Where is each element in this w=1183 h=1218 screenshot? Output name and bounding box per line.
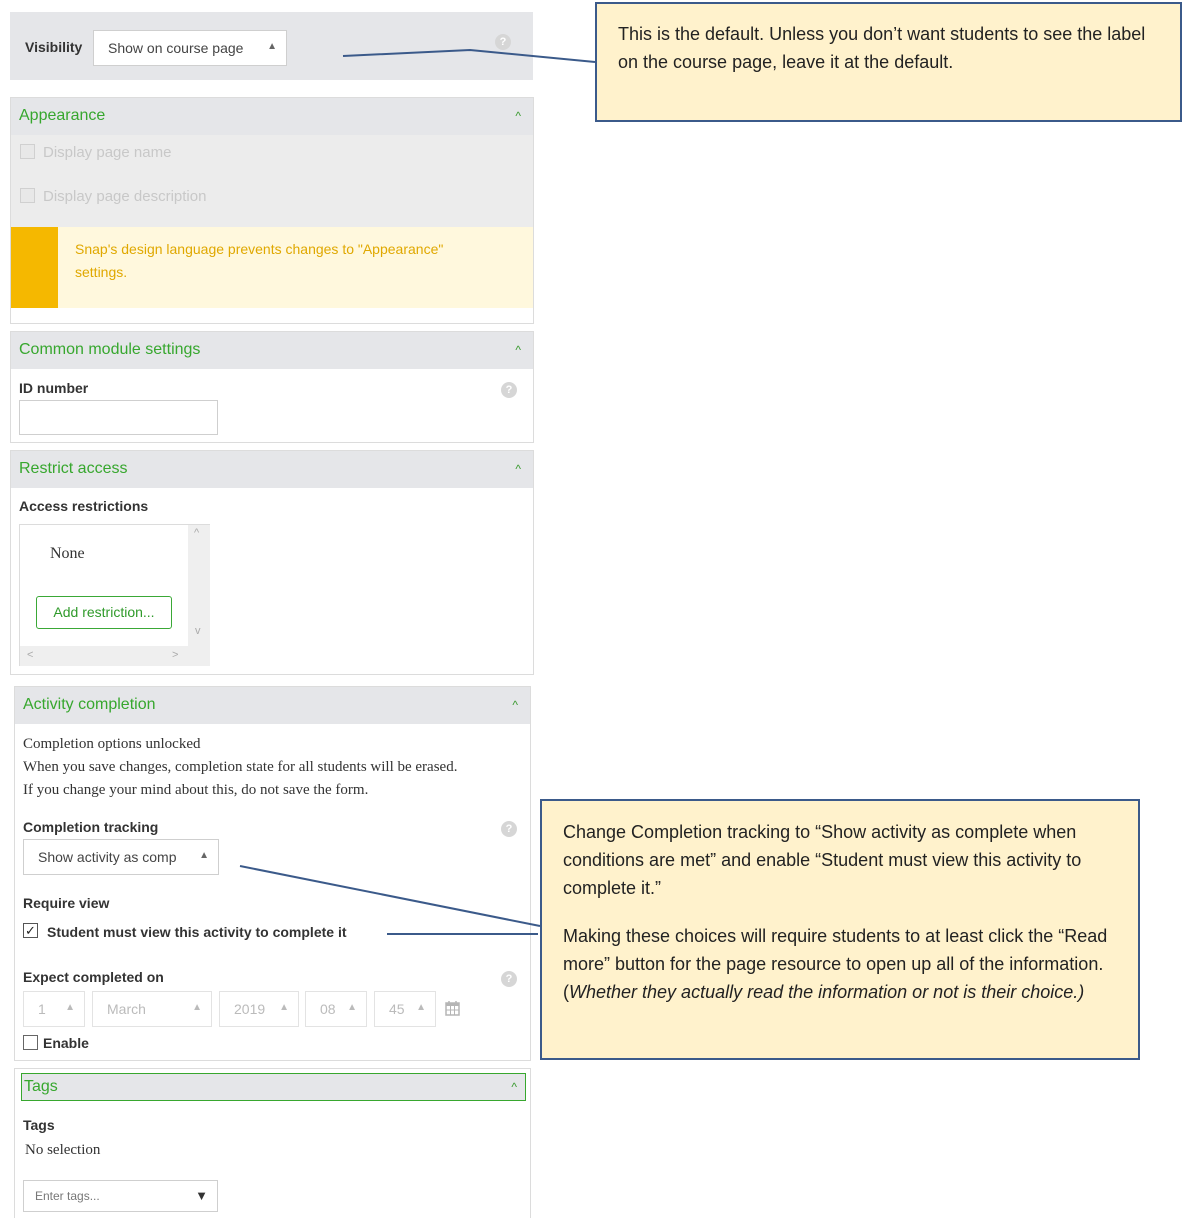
connector-visibility xyxy=(342,48,596,63)
connector-lines xyxy=(239,48,596,935)
connector-tracking xyxy=(239,865,541,927)
